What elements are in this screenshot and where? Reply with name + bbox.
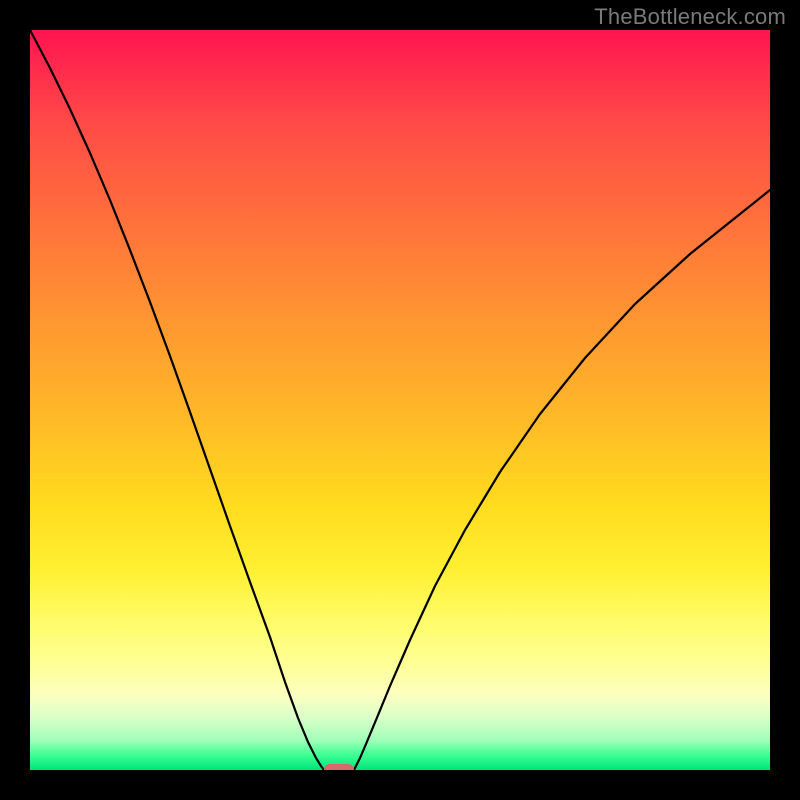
plot-area: [30, 30, 770, 770]
chart-frame: TheBottleneck.com: [0, 0, 800, 800]
bottleneck-marker: [324, 764, 354, 770]
watermark-text: TheBottleneck.com: [594, 4, 786, 30]
gradient-background: [30, 30, 770, 770]
